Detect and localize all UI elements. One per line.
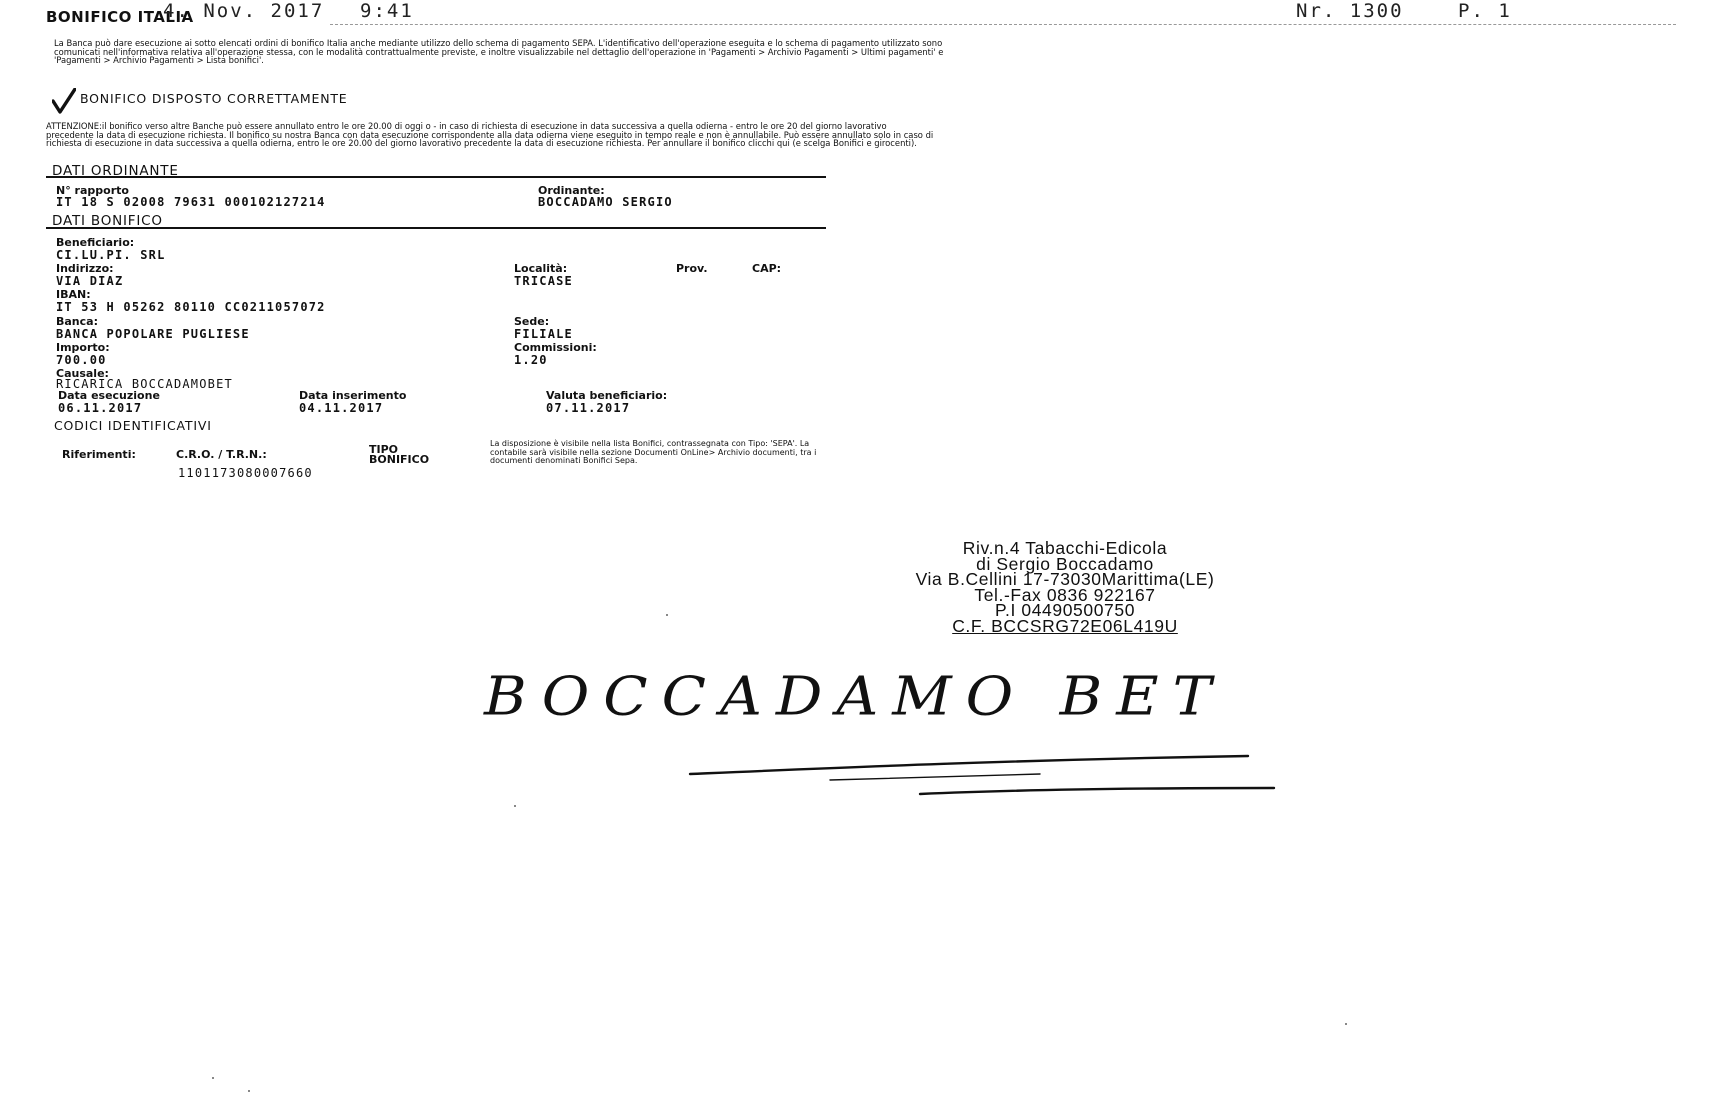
rapporto-value: IT 18 S 02008 79631 000102127214 [56,195,326,209]
section-divider [46,227,826,229]
handwritten-word: BOCCADAMO BET [484,664,1226,728]
beneficiario-value: CI.LU.PI. SRL [56,248,166,262]
warning-paragraph: ATTENZIONE:il bonifico verso altre Banch… [46,121,934,149]
shop-stamp: Riv.n.4 Tabacchi-Edicola di Sergio Bocca… [830,540,1300,636]
cap-label: CAP: [752,262,782,275]
iban-value: IT 53 H 05262 80110 CC0211057072 [56,300,326,314]
fax-number: Nr. 1300 [1296,0,1404,22]
tipo-note: La disposizione è visibile nella lista B… [490,439,817,466]
localita-value: TRICASE [514,274,573,288]
riferimenti-label: Riferimenti: [62,448,136,461]
fax-time: 9:41 [360,0,414,22]
fax-page: P. 1 [1458,0,1512,22]
handwritten-underline [688,754,1276,796]
scan-speck [666,614,668,616]
scan-speck [1345,1023,1347,1025]
cro-label: C.R.O. / T.R.N.: [176,448,267,461]
scan-speck [514,805,516,807]
indirizzo-value: VIA DIAZ [56,274,124,288]
handwritten-text: BOCCADAMO BET [484,665,1354,731]
cro-value: 1101173080007660 [178,466,313,480]
bonifico-type-label: BONIFICO [369,453,430,466]
intro-paragraph: La Banca può dare esecuzione ai sotto el… [54,38,944,66]
data-inserimento-value: 04.11.2017 [299,401,384,415]
scan-speck [212,1077,214,1079]
importo-value: 700.00 [56,353,107,367]
fax-date: 4. Nov. 2017 [163,0,325,22]
stamp-line: C.F. BCCSRG72E06L419U [952,615,1178,636]
prov-label: Prov. [676,262,708,275]
data-esecuzione-value: 06.11.2017 [58,401,143,415]
fax-header-divider [330,24,1676,25]
section-divider [46,176,826,178]
commissioni-value: 1.20 [514,353,548,367]
sede-value: FILIALE [514,327,573,341]
check-icon [51,87,77,114]
banca-value: BANCA POPOLARE PUGLIESE [56,327,250,341]
scan-speck [248,1090,250,1092]
ordinante-value: BOCCADAMO SERGIO [538,195,673,209]
valuta-value: 07.11.2017 [546,401,631,415]
status-message: BONIFICO DISPOSTO CORRETTAMENTE [80,91,348,106]
section-title-codici: CODICI IDENTIFICATIVI [54,418,212,433]
